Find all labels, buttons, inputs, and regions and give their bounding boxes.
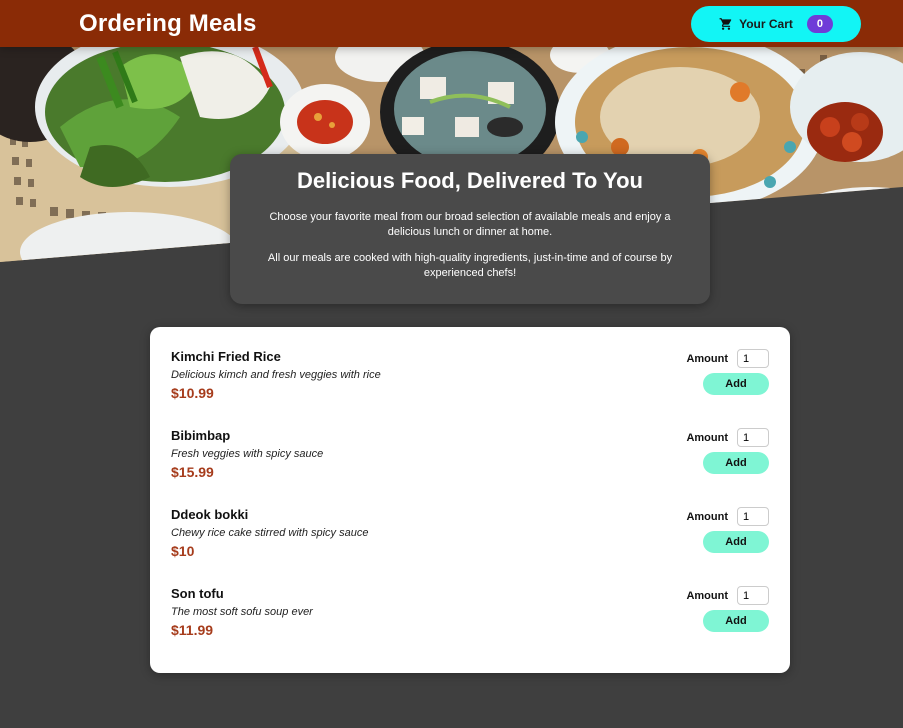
amount-label: Amount (686, 352, 728, 365)
meal-price: $15.99 (171, 464, 214, 480)
add-button[interactable]: Add (703, 452, 769, 474)
meal-name: Son tofu (171, 586, 224, 601)
meal-price: $10 (171, 543, 195, 559)
meal-name: Bibimbap (171, 428, 231, 443)
meal-description: Chewy rice cake stirred with spicy sauce (171, 527, 369, 539)
meals-list: Kimchi Fried Rice Delicious kimch and fr… (150, 327, 790, 673)
meal-add-form: Amount Add (686, 349, 769, 428)
cart-label: Your Cart (739, 16, 793, 31)
meal-item: Bibimbap Fresh veggies with spicy sauce … (171, 428, 769, 507)
summary-paragraph-1: Choose your favorite meal from our broad… (269, 211, 671, 238)
meal-price: $11.99 (171, 622, 214, 638)
meal-description: The most soft sofu soup ever (171, 606, 313, 618)
add-button[interactable]: Add (703, 610, 769, 632)
amount-input[interactable] (737, 349, 769, 368)
cart-count-badge: 0 (806, 14, 833, 33)
summary-title: Delicious Food, Delivered To You (297, 168, 643, 193)
meal-name: Kimchi Fried Rice (171, 349, 281, 364)
meal-add-form: Amount Add (686, 507, 769, 586)
meal-item: Kimchi Fried Rice Delicious kimch and fr… (171, 349, 769, 428)
meal-name: Ddeok bokki (171, 507, 249, 522)
meal-add-form: Amount Add (686, 586, 769, 665)
app-title: Ordering Meals (79, 9, 257, 37)
cart-button[interactable]: Your Cart 0 (691, 5, 861, 42)
amount-input[interactable] (737, 507, 769, 526)
summary-paragraph-2: All our meals are cooked with high-quali… (267, 252, 673, 279)
amount-label: Amount (686, 589, 728, 602)
amount-input[interactable] (737, 428, 769, 447)
meal-description: Delicious kimch and fresh veggies with r… (171, 369, 381, 381)
app-header: Ordering Meals Your Cart 0 (0, 0, 903, 47)
add-button[interactable]: Add (703, 531, 769, 553)
amount-label: Amount (686, 510, 728, 523)
meal-price: $10.99 (171, 385, 214, 401)
cart-icon (719, 17, 732, 30)
amount-input[interactable] (737, 586, 769, 605)
summary-card: Delicious Food, Delivered To You Choose … (230, 154, 710, 304)
meal-item: Ddeok bokki Chewy rice cake stirred with… (171, 507, 769, 586)
add-button[interactable]: Add (703, 373, 769, 395)
meal-item: Son tofu The most soft sofu soup ever $1… (171, 586, 769, 665)
meal-add-form: Amount Add (686, 428, 769, 507)
amount-label: Amount (686, 431, 728, 444)
meal-description: Fresh veggies with spicy sauce (171, 448, 324, 460)
